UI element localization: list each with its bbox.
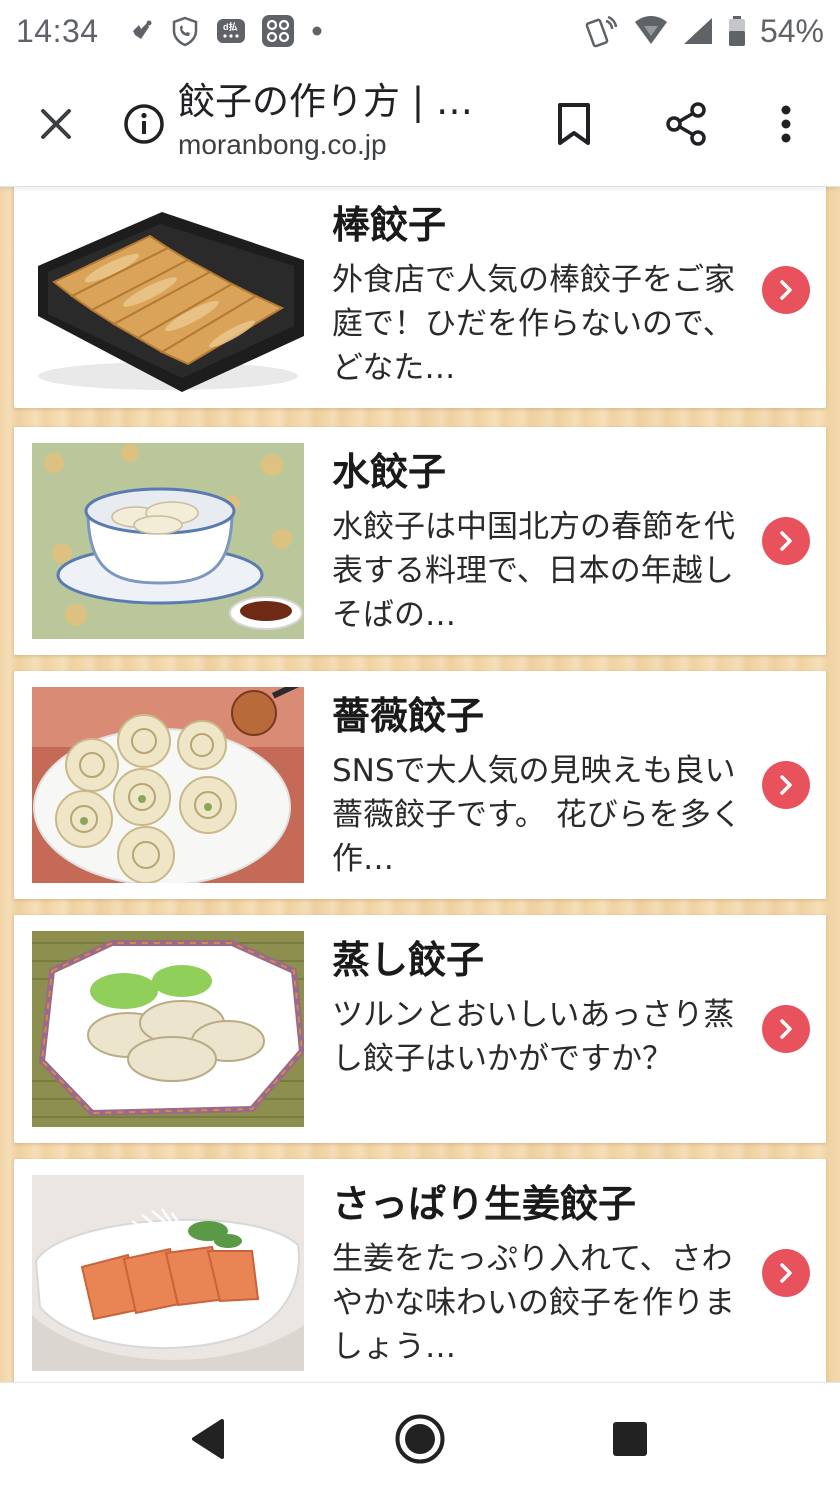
recipe-title: さっぱり生姜餃子 bbox=[332, 1182, 637, 1226]
close-button[interactable] bbox=[28, 100, 84, 148]
recipe-description: 生姜をたっぷり入れて、さわやかな味わいの餃子を作りましょう… bbox=[332, 1241, 735, 1365]
recipe-thumbnail bbox=[32, 931, 304, 1127]
chevron-right-icon bbox=[780, 531, 792, 551]
share-icon bbox=[666, 102, 706, 146]
recipe-card[interactable]: 水餃子 水餃子は中国北方の春節を代表する料理で、日本の年越しそばの… bbox=[14, 427, 826, 655]
recipe-title: 棒餃子 bbox=[332, 203, 447, 247]
recipe-thumbnail bbox=[32, 196, 304, 392]
more-vert-icon bbox=[781, 105, 791, 143]
recipe-thumbnail bbox=[32, 687, 304, 883]
recipe-card[interactable]: 棒餃子 外食店で人気の棒餃子をご家庭で！ひだを作らないので、どなた… bbox=[14, 186, 826, 408]
shield-call-icon bbox=[169, 15, 201, 47]
back-button[interactable] bbox=[182, 1413, 234, 1465]
sparkle-notification-icon bbox=[127, 17, 155, 45]
dot-icon bbox=[309, 23, 325, 39]
chevron-right-icon bbox=[780, 280, 792, 300]
chevron-right-icon bbox=[780, 1263, 792, 1283]
recipe-list: 棒餃子 外食店で人気の棒餃子をご家庭で！ひだを作らないので、どなた… 水餃子 水… bbox=[0, 186, 840, 1382]
open-recipe-button[interactable] bbox=[762, 761, 810, 809]
status-time: 14:34 bbox=[16, 12, 99, 49]
recipe-card[interactable]: 薔薇餃子 SNSで大人気の見映えも良い薔薇餃子です。 花びらを多く作… bbox=[14, 671, 826, 899]
open-recipe-button[interactable] bbox=[762, 517, 810, 565]
recents-button[interactable] bbox=[604, 1413, 656, 1465]
page-url: moranbong.co.jp bbox=[178, 129, 387, 160]
share-button[interactable] bbox=[660, 98, 712, 150]
recipe-description: 水餃子は中国北方の春節を代表する料理で、日本の年越しそばの… bbox=[332, 509, 735, 633]
recipe-description: ツルンとおいしいあっさり蒸し餃子はいかがですか？ bbox=[332, 997, 735, 1077]
recipe-thumbnail bbox=[32, 1175, 304, 1371]
title-block: 餃子の作り方 | … moranbong.co.jp bbox=[178, 76, 518, 162]
status-left: 14:34 d払 bbox=[16, 13, 325, 50]
chevron-right-icon bbox=[780, 775, 792, 795]
recipe-title: 薔薇餃子 bbox=[332, 694, 485, 738]
nfc-phone-icon bbox=[584, 13, 620, 49]
recipe-title: 蒸し餃子 bbox=[332, 938, 485, 982]
recipe-description: SNSで大人気の見映えも良い薔薇餃子です。 花びらを多く作… bbox=[332, 753, 742, 877]
home-button[interactable] bbox=[394, 1413, 446, 1465]
more-menu-button[interactable] bbox=[764, 98, 808, 150]
svg-text:d払: d払 bbox=[223, 21, 238, 32]
d-payment-icon: d払 bbox=[215, 17, 247, 45]
recents-square-icon bbox=[613, 1422, 647, 1456]
battery-percent: 54% bbox=[759, 12, 824, 49]
chevron-right-icon bbox=[780, 1019, 792, 1039]
back-triangle-icon bbox=[192, 1419, 224, 1459]
signal-icon bbox=[682, 16, 714, 46]
status-bar: 14:34 d払 54% bbox=[0, 0, 840, 62]
recipe-card[interactable]: さっぱり生姜餃子 生姜をたっぷり入れて、さわやかな味わいの餃子を作りましょう… bbox=[14, 1159, 826, 1382]
close-icon bbox=[41, 109, 71, 139]
custom-tab-toolbar: 餃子の作り方 | … moranbong.co.jp bbox=[0, 62, 840, 187]
recipe-description: 外食店で人気の棒餃子をご家庭で！ひだを作らないので、どなた… bbox=[332, 262, 735, 386]
info-icon bbox=[124, 104, 164, 144]
wifi-icon bbox=[634, 16, 668, 46]
site-info-button[interactable] bbox=[120, 100, 168, 148]
open-recipe-button[interactable] bbox=[762, 1005, 810, 1053]
recipe-card[interactable]: 蒸し餃子 ツルンとおいしいあっさり蒸し餃子はいかがですか？ bbox=[14, 915, 826, 1143]
bookmark-button[interactable] bbox=[550, 98, 598, 150]
open-recipe-button[interactable] bbox=[762, 1249, 810, 1297]
open-recipe-button[interactable] bbox=[762, 266, 810, 314]
recipe-title: 水餃子 bbox=[332, 450, 447, 494]
status-right: 54% bbox=[584, 13, 824, 50]
page-title: 餃子の作り方 | … bbox=[178, 80, 473, 123]
app-grid-icon bbox=[261, 14, 295, 48]
system-navigation-bar bbox=[0, 1382, 840, 1494]
home-circle-icon bbox=[395, 1414, 445, 1464]
battery-icon bbox=[728, 15, 746, 47]
bookmark-icon bbox=[558, 103, 590, 145]
recipe-thumbnail bbox=[32, 443, 304, 639]
